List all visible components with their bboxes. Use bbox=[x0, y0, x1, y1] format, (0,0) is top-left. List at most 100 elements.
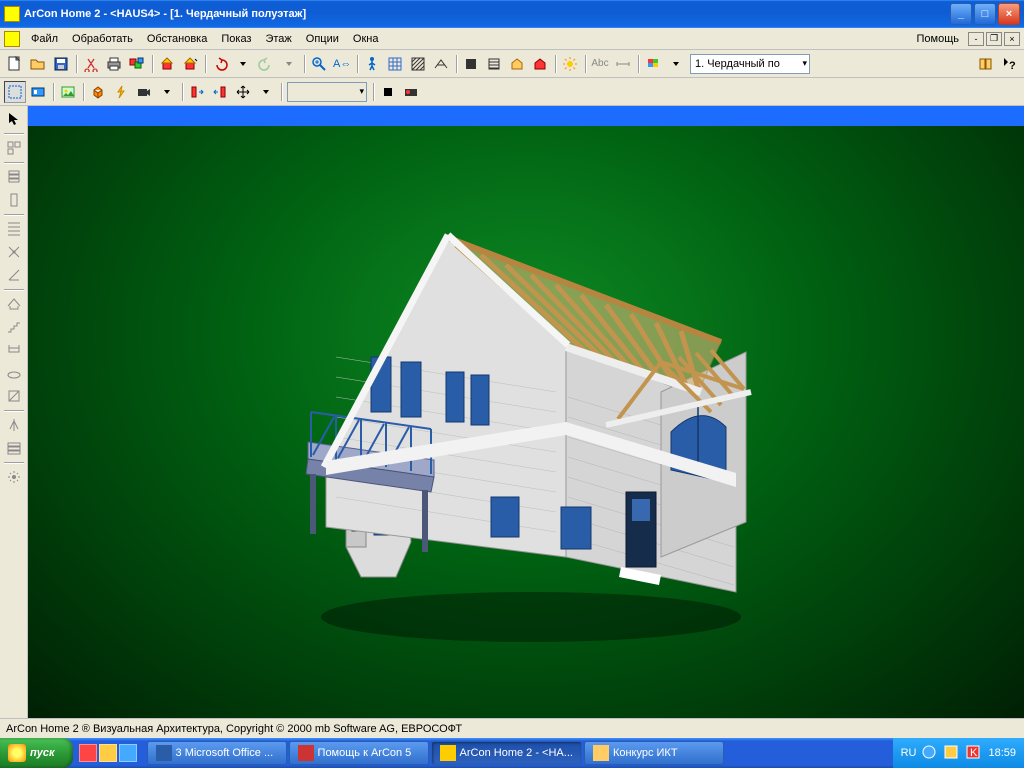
zoom-button[interactable] bbox=[308, 53, 330, 75]
sun-button[interactable] bbox=[559, 53, 581, 75]
separator bbox=[4, 133, 24, 134]
viewport-header[interactable] bbox=[28, 106, 1024, 126]
menu-floor[interactable]: Этаж bbox=[258, 31, 298, 47]
objects-button[interactable] bbox=[126, 53, 148, 75]
separator bbox=[453, 53, 459, 75]
select-mode-button[interactable] bbox=[4, 81, 26, 103]
cube-button[interactable] bbox=[87, 81, 109, 103]
text-label-button[interactable]: Abc bbox=[589, 53, 611, 75]
quick-launch-item-1[interactable] bbox=[79, 744, 97, 762]
roof-tool-button[interactable] bbox=[3, 293, 25, 315]
picture-button[interactable] bbox=[57, 81, 79, 103]
empty-selector-dropdown[interactable] bbox=[287, 82, 367, 102]
stairs-tool-button[interactable] bbox=[3, 316, 25, 338]
walkthrough-button[interactable] bbox=[361, 53, 383, 75]
task-label: Помощь к ArCon 5 bbox=[318, 747, 412, 759]
layers-tool-button[interactable] bbox=[3, 437, 25, 459]
3d-viewport[interactable] bbox=[28, 126, 1024, 718]
render-quality-2-button[interactable] bbox=[483, 53, 505, 75]
balcony-tool-button[interactable] bbox=[3, 339, 25, 361]
close-button[interactable]: × bbox=[998, 3, 1020, 25]
render-quality-4-button[interactable] bbox=[529, 53, 551, 75]
cut-button[interactable] bbox=[80, 53, 102, 75]
grid-tool-button[interactable] bbox=[3, 137, 25, 159]
mode-button-2[interactable] bbox=[179, 53, 201, 75]
undo-button[interactable] bbox=[209, 53, 231, 75]
menu-help[interactable]: Помощь bbox=[910, 31, 967, 47]
menu-windows[interactable]: Окна bbox=[346, 31, 386, 47]
column-tool-button[interactable] bbox=[3, 189, 25, 211]
menu-file[interactable]: Файл bbox=[24, 31, 65, 47]
separator bbox=[4, 462, 24, 463]
app-menu-icon[interactable] bbox=[4, 31, 20, 47]
menu-bar: Файл Обработать Обстановка Показ Этаж Оп… bbox=[0, 28, 1024, 50]
floor-selector-dropdown[interactable]: 1. Чердачный по bbox=[690, 54, 810, 74]
print-button[interactable] bbox=[103, 53, 125, 75]
open-file-button[interactable] bbox=[27, 53, 49, 75]
angle-tool-button[interactable] bbox=[3, 264, 25, 286]
mdi-minimize-button[interactable]: - bbox=[968, 32, 984, 46]
grid-button[interactable] bbox=[384, 53, 406, 75]
clock[interactable]: 18:59 bbox=[988, 747, 1016, 759]
camera-button[interactable] bbox=[133, 81, 155, 103]
start-button[interactable]: пуск bbox=[0, 738, 73, 768]
pointer-tool-button[interactable] bbox=[3, 108, 25, 130]
quick-launch-item-3[interactable] bbox=[119, 744, 137, 762]
taskbar-task-word[interactable]: 3 Microsoft Office ... bbox=[147, 741, 287, 765]
light-tool-button[interactable] bbox=[3, 466, 25, 488]
tray-icon-1[interactable] bbox=[922, 745, 938, 761]
separator bbox=[4, 410, 24, 411]
book-help-button[interactable] bbox=[975, 53, 997, 75]
language-indicator[interactable]: RU bbox=[901, 747, 917, 759]
hatch-button[interactable] bbox=[407, 53, 429, 75]
move-button[interactable] bbox=[232, 81, 254, 103]
separator bbox=[73, 53, 79, 75]
undo-dropdown-button[interactable] bbox=[232, 53, 254, 75]
quick-launch-item-2[interactable] bbox=[99, 744, 117, 762]
word-icon bbox=[156, 745, 172, 761]
save-button[interactable] bbox=[50, 53, 72, 75]
mdi-close-button[interactable]: × bbox=[1004, 32, 1020, 46]
taskbar-task-arcon[interactable]: ArCon Home 2 - <HA... bbox=[431, 741, 582, 765]
menu-options[interactable]: Опции bbox=[299, 31, 346, 47]
texture-tool-button[interactable] bbox=[3, 385, 25, 407]
snap-tool-button[interactable] bbox=[3, 241, 25, 263]
taskbar-task-help[interactable]: Помощь к ArCon 5 bbox=[289, 741, 429, 765]
camera-dropdown-button[interactable] bbox=[156, 81, 178, 103]
flag-dropdown-button[interactable] bbox=[665, 53, 687, 75]
wall-tool-button[interactable] bbox=[3, 166, 25, 188]
perspective-button[interactable] bbox=[430, 53, 452, 75]
terrain-tool-button[interactable] bbox=[3, 362, 25, 384]
menu-view[interactable]: Показ bbox=[214, 31, 258, 47]
redo-dropdown-button[interactable] bbox=[278, 53, 300, 75]
window-title: ArCon Home 2 - <HAUS4> - [1. Чердачный п… bbox=[24, 8, 950, 20]
render-quality-1-button[interactable] bbox=[460, 53, 482, 75]
tray-icon-3[interactable]: K bbox=[966, 745, 982, 761]
mode-button-1[interactable] bbox=[156, 53, 178, 75]
line-tool-button[interactable] bbox=[3, 218, 25, 240]
bolt-button[interactable] bbox=[110, 81, 132, 103]
redo-button[interactable] bbox=[255, 53, 277, 75]
move-dropdown-button[interactable] bbox=[255, 81, 277, 103]
stop-button[interactable] bbox=[377, 81, 399, 103]
taskbar-task-folder[interactable]: Конкурс ИКТ bbox=[584, 741, 724, 765]
flag-button[interactable] bbox=[642, 53, 664, 75]
mdi-restore-button[interactable]: ❐ bbox=[986, 32, 1002, 46]
dimension-button[interactable] bbox=[612, 53, 634, 75]
context-help-button[interactable]: ? bbox=[998, 53, 1020, 75]
minimize-button[interactable]: _ bbox=[950, 3, 972, 25]
record-button[interactable] bbox=[400, 81, 422, 103]
window-tool-button[interactable] bbox=[209, 81, 231, 103]
zoom-text-button[interactable]: A⇔ bbox=[331, 53, 353, 75]
maximize-button[interactable]: □ bbox=[974, 3, 996, 25]
menu-furnishing[interactable]: Обстановка bbox=[140, 31, 214, 47]
new-file-button[interactable] bbox=[4, 53, 26, 75]
main-toolbar: A⇔ Abc 1. Чердачный по ? bbox=[0, 50, 1024, 78]
menu-edit[interactable]: Обработать bbox=[65, 31, 140, 47]
object-catalog-button[interactable] bbox=[27, 81, 49, 103]
mirror-tool-button[interactable] bbox=[3, 414, 25, 436]
render-quality-3-button[interactable] bbox=[506, 53, 528, 75]
door-tool-button[interactable] bbox=[186, 81, 208, 103]
folder-icon bbox=[593, 745, 609, 761]
tray-icon-2[interactable] bbox=[944, 745, 960, 761]
